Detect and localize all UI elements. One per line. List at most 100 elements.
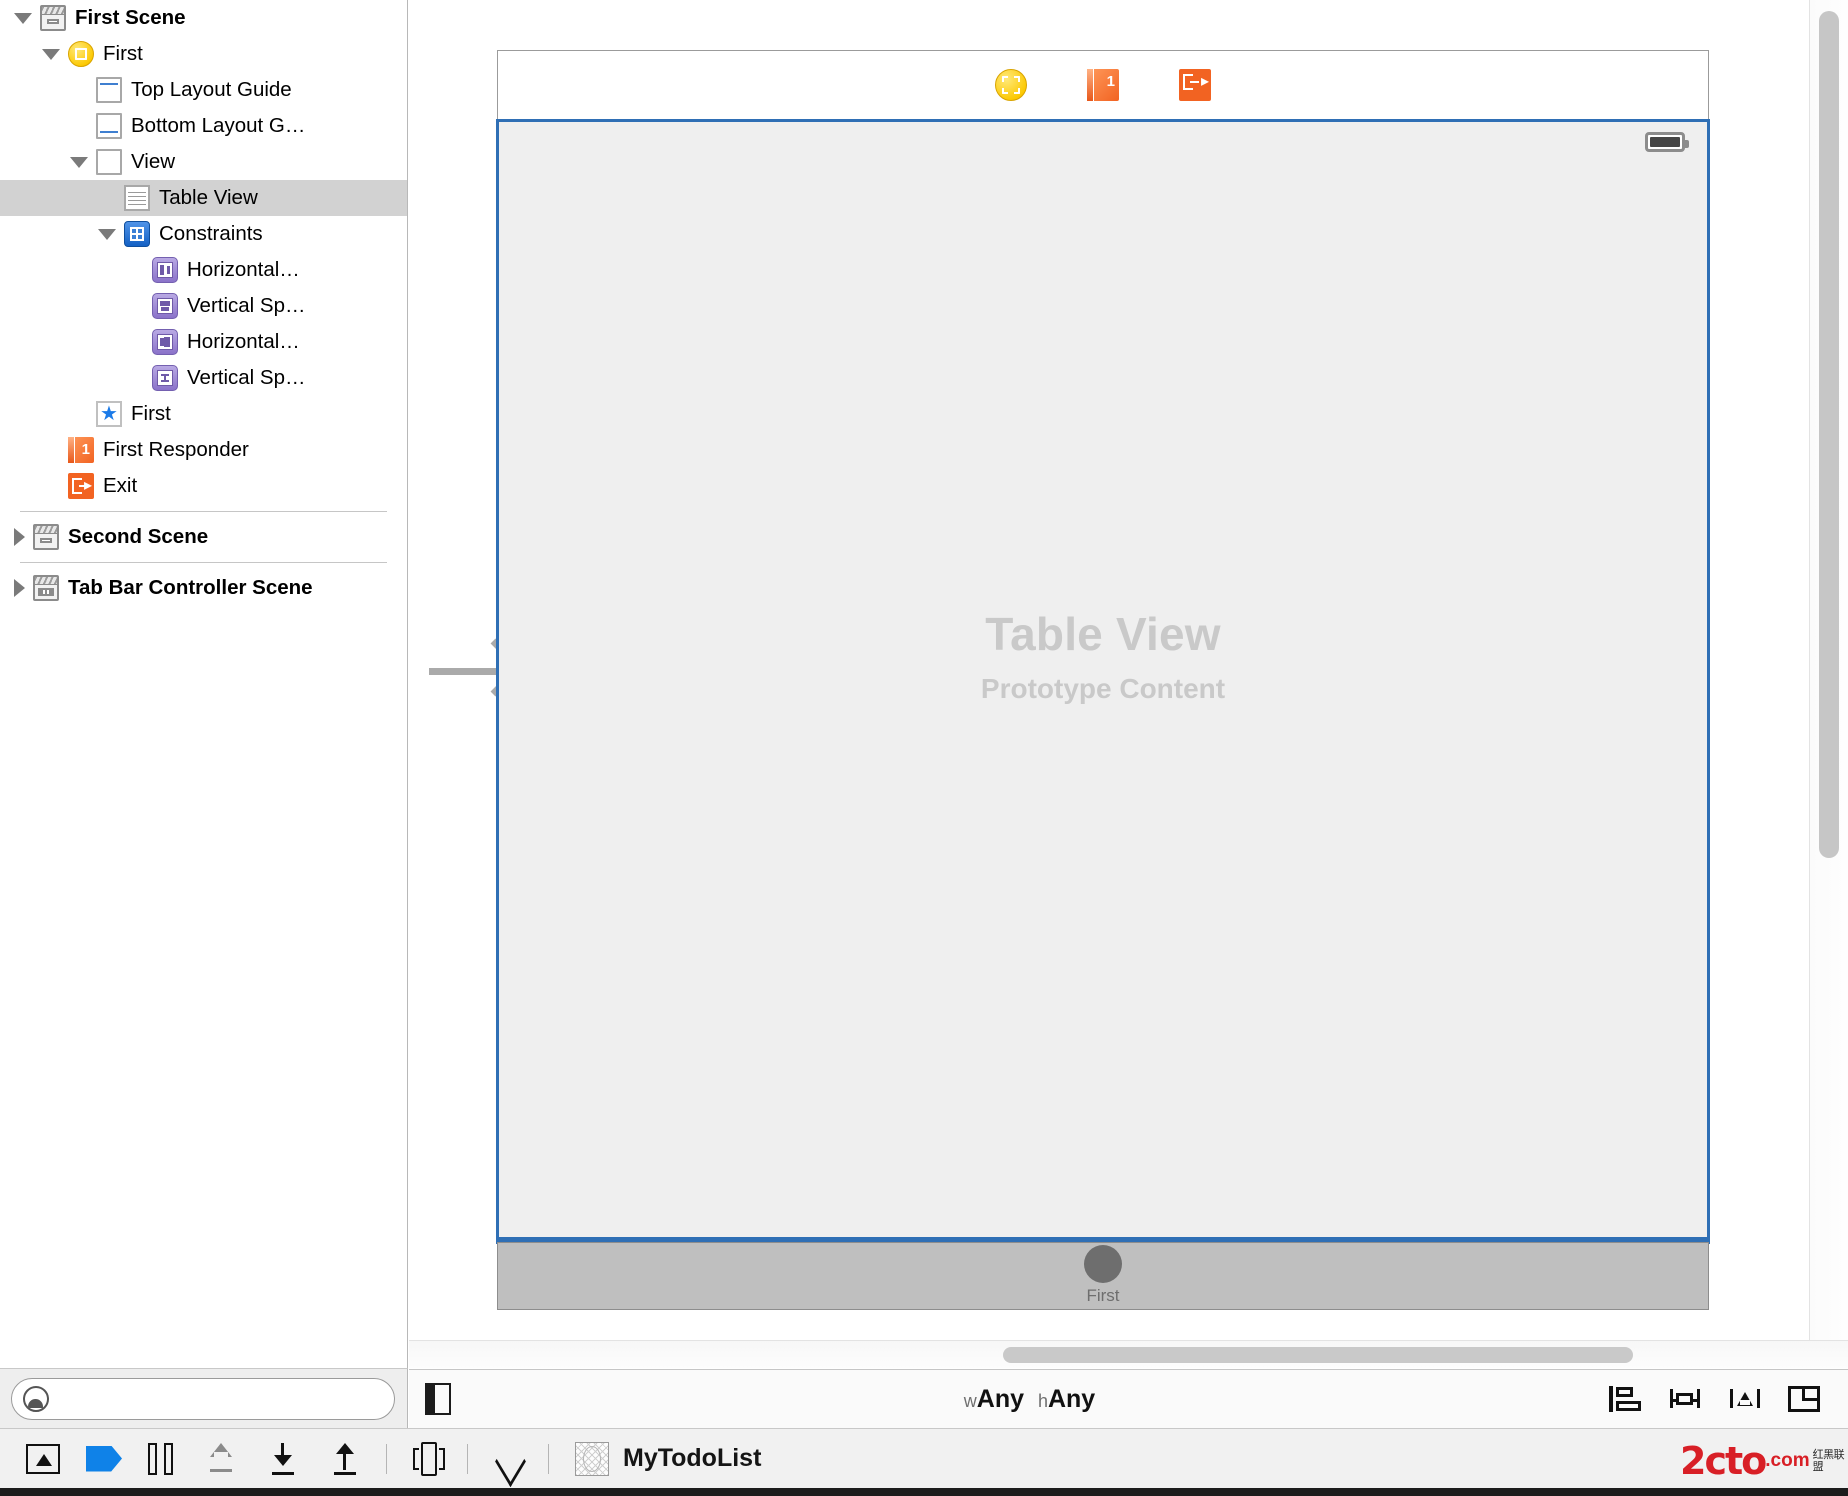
outline-row-top-layout-guide[interactable]: Top Layout Guide — [0, 72, 407, 108]
disclosure-triangle[interactable] — [14, 579, 25, 597]
outline-tree: First Scene First Top Layout Guide Bottom L… — [0, 0, 407, 606]
outline-row-first-responder[interactable]: 1 First Responder — [0, 432, 407, 468]
disclosure-triangle — [126, 301, 144, 312]
view-controller-dock-icon[interactable] — [995, 69, 1027, 101]
size-class-width-prefix: w — [963, 1390, 977, 1411]
outline-row-label: View — [131, 149, 176, 173]
step-into-button[interactable] — [266, 1442, 302, 1476]
exit-dock-icon[interactable] — [1179, 69, 1211, 101]
outline-row-label: First Scene — [75, 5, 186, 29]
horizontal-space-constraint-icon — [152, 257, 178, 283]
outline-row-label: First — [103, 41, 143, 65]
filter-icon — [23, 1385, 49, 1412]
outline-row-horizontal[interactable]: Horizontal… — [0, 252, 407, 288]
scene-icon — [33, 524, 59, 550]
outline-row-label: Exit — [103, 473, 138, 497]
resolve-issues-button[interactable] — [1728, 1384, 1762, 1414]
outline-separator — [20, 562, 387, 563]
canvas-vertical-scrollbar[interactable] — [1809, 0, 1848, 1340]
outline-separator — [20, 511, 387, 512]
outline-row-label: Second Scene — [68, 524, 209, 548]
size-class-width-value: Any — [976, 1384, 1025, 1413]
outline-row-horizontal[interactable]: Horizontal… — [0, 324, 407, 360]
view-controller-scene[interactable]: 1 Table View Prototype Content First — [496, 50, 1710, 1310]
window-bottom-edge — [0, 1488, 1848, 1496]
disclosure-triangle[interactable] — [14, 528, 25, 546]
vertical-space-constraint-icon-2 — [152, 365, 178, 391]
outline-row-label: Tab Bar Controller Scene — [68, 575, 313, 599]
canvas-bottom-bar: wAny hAny — [409, 1369, 1848, 1428]
disclosure-triangle[interactable] — [70, 156, 88, 168]
outline-filter-field[interactable] — [11, 1377, 395, 1420]
pin-button[interactable] — [1668, 1384, 1702, 1414]
project-name-label: MyTodoList — [623, 1444, 762, 1472]
embed-stack-button[interactable] — [1788, 1386, 1820, 1412]
outline-row-label: Horizontal… — [187, 329, 300, 353]
disclosure-triangle — [126, 337, 144, 348]
outline-row-first-scene[interactable]: First Scene — [0, 0, 407, 36]
outline-row-exit[interactable]: Exit — [0, 468, 407, 504]
storyboard-canvas[interactable]: 1 Table View Prototype Content First — [409, 0, 1809, 1340]
scene-dock: 1 — [497, 50, 1709, 120]
outline-row-label: Bottom Layout G… — [131, 113, 306, 137]
size-class-height-prefix: h — [1037, 1390, 1048, 1411]
scene-icon — [40, 5, 66, 31]
outline-row-label: Top Layout Guide — [131, 77, 292, 101]
disclosure-triangle[interactable] — [98, 228, 116, 240]
disclosure-triangle[interactable] — [14, 12, 32, 24]
align-button[interactable] — [1608, 1384, 1642, 1414]
outline-row-label: First Responder — [103, 437, 249, 461]
first-responder-dock-icon[interactable]: 1 — [1087, 69, 1119, 101]
canvas-horizontal-scrollbar[interactable] — [409, 1340, 1848, 1368]
tab-bar-item-label: First — [1086, 1285, 1120, 1305]
placeholder-subtitle: Prototype Content — [980, 673, 1226, 704]
xcode-interface-builder-window: First Scene First Top Layout Guide Bottom L… — [0, 0, 1848, 1496]
outline-row-second-scene[interactable]: Second Scene — [0, 519, 407, 555]
auto-layout-toolbar — [1608, 1384, 1820, 1414]
pause-button[interactable] — [148, 1442, 178, 1475]
document-outline-panel: First Scene First Top Layout Guide Bottom L… — [0, 0, 408, 1368]
toolbar-divider-3 — [548, 1443, 549, 1474]
simulated-tab-bar[interactable]: First — [497, 1242, 1709, 1310]
breakpoint-button[interactable] — [86, 1445, 122, 1472]
step-over-button[interactable] — [204, 1442, 240, 1476]
constraints-icon — [124, 221, 150, 247]
horizontal-scrollbar-thumb[interactable] — [1003, 1347, 1633, 1363]
debug-view-hierarchy-button[interactable] — [26, 1443, 60, 1474]
placeholder-title: Table View — [985, 608, 1221, 660]
table-view-icon — [124, 185, 150, 211]
outline-row-label: Horizontal… — [187, 257, 300, 281]
outline-row-vertical-sp[interactable]: Vertical Sp… — [0, 360, 407, 396]
outline-row-constraints[interactable]: Constraints — [0, 216, 407, 252]
outline-row-first[interactable]: First — [0, 36, 407, 72]
debug-status-toolbar: MyTodoList — [0, 1428, 1848, 1488]
outline-row-table-view[interactable]: Table View — [0, 180, 407, 216]
watermark-logo: 2cto — [1680, 1439, 1767, 1483]
disclosure-triangle — [70, 409, 88, 420]
view-controller-screen[interactable]: Table View Prototype Content — [496, 119, 1710, 1244]
outline-row-label: Constraints — [159, 221, 263, 245]
3d-view-icon[interactable] — [413, 1441, 445, 1476]
outline-row-vertical-sp[interactable]: Vertical Sp… — [0, 288, 407, 324]
step-out-button[interactable] — [328, 1442, 364, 1476]
size-class-height-value: Any — [1047, 1384, 1096, 1413]
vertical-scrollbar-thumb[interactable] — [1819, 11, 1839, 858]
outline-row-bottom-layout-g[interactable]: Bottom Layout G… — [0, 108, 407, 144]
project-icon — [575, 1441, 609, 1476]
outline-row-first[interactable]: ★ First — [0, 396, 407, 432]
outline-row-label: First — [131, 401, 171, 425]
simulate-location-icon[interactable] — [494, 1443, 526, 1475]
star-icon: ★ — [96, 401, 122, 427]
document-outline-toggle[interactable] — [425, 1383, 451, 1415]
size-class-indicator[interactable]: wAny hAny — [451, 1385, 1608, 1414]
toolbar-divider-2 — [467, 1443, 468, 1474]
disclosure-triangle — [70, 121, 88, 132]
disclosure-triangle[interactable] — [42, 48, 60, 60]
view-controller-icon — [68, 41, 94, 67]
disclosure-triangle — [126, 265, 144, 276]
outline-row-tab-bar-controller-scene[interactable]: Tab Bar Controller Scene — [0, 570, 407, 606]
bottom-layout-guide-icon — [96, 113, 122, 139]
top-layout-guide-icon — [96, 77, 122, 103]
first-responder-icon: 1 — [68, 437, 94, 463]
outline-row-view[interactable]: View — [0, 144, 407, 180]
